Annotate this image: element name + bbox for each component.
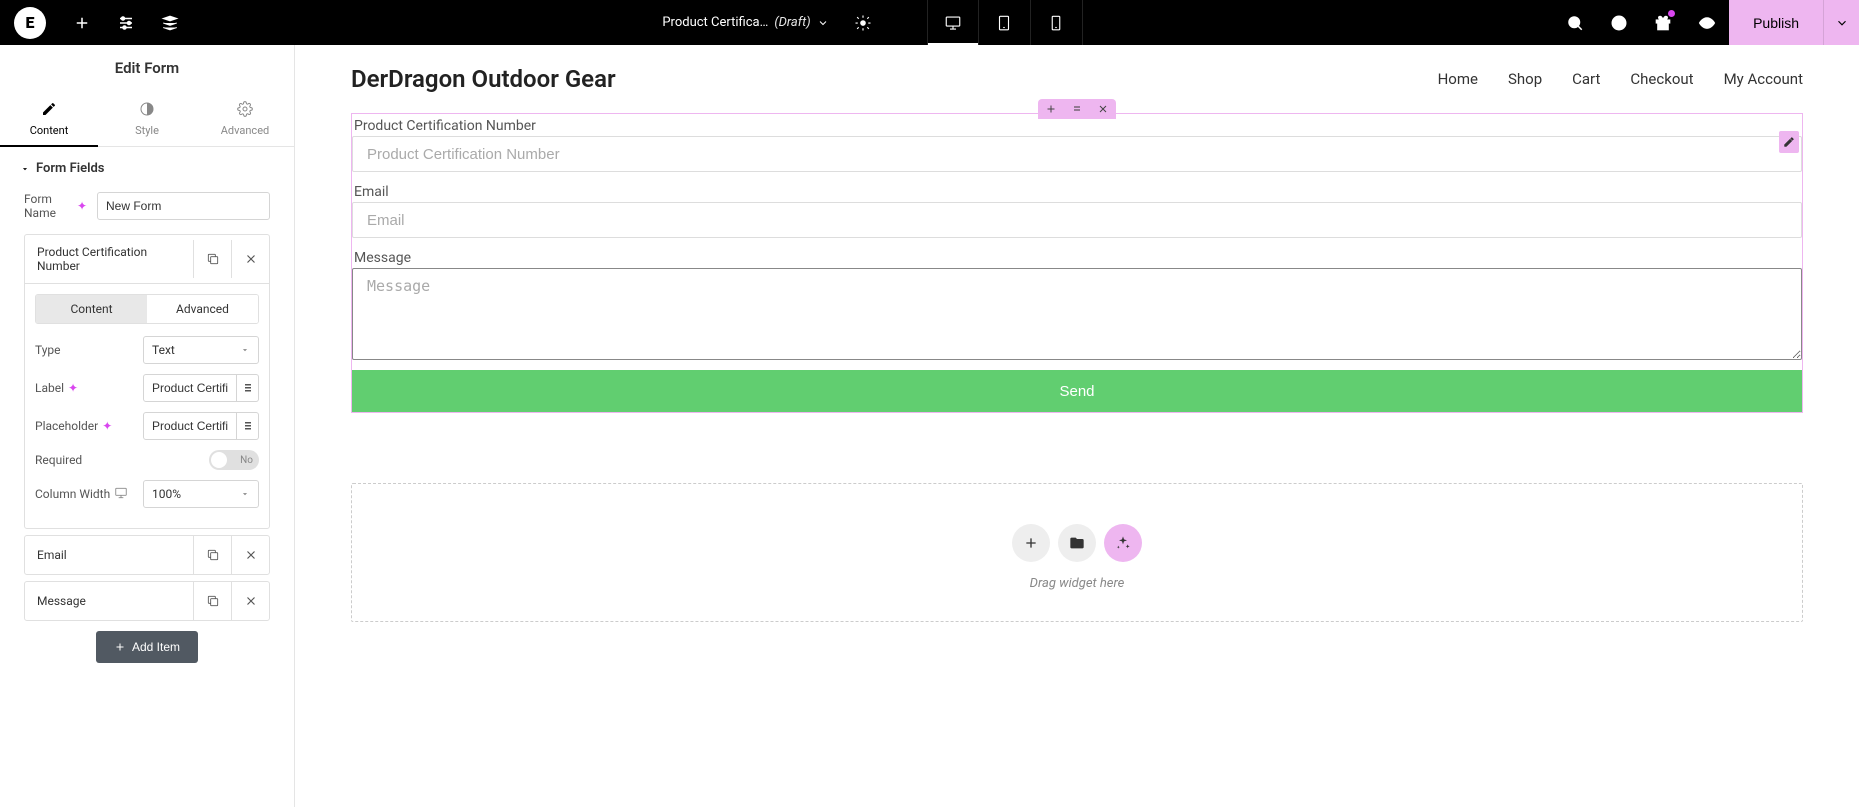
label-field-label: Label ✦: [35, 381, 78, 395]
contrast-icon: [98, 101, 196, 120]
form-field-label: Message: [352, 246, 1802, 268]
remove-field-button[interactable]: [231, 240, 269, 278]
form-field-textarea[interactable]: [352, 268, 1802, 360]
column-width-label: Column Width: [35, 486, 128, 503]
duplicate-field-button[interactable]: [193, 536, 231, 574]
add-element-button[interactable]: [60, 0, 104, 45]
form-widget-container[interactable]: Product Certification Number Email Messa…: [351, 113, 1803, 413]
field-item-message: Message: [24, 581, 270, 621]
device-mobile-tab[interactable]: [1031, 0, 1083, 45]
structure-button[interactable]: [148, 0, 192, 45]
label-input[interactable]: [143, 374, 237, 402]
widget-dropzone[interactable]: Drag widget here: [351, 483, 1803, 622]
placeholder-input[interactable]: [143, 412, 237, 440]
topbar: E Product Certifica… (Draft) Publish: [0, 0, 1859, 45]
required-label: Required: [35, 453, 82, 467]
form-name-input[interactable]: [97, 192, 270, 220]
dropzone-text: Drag widget here: [352, 576, 1802, 591]
ai-sparkle-icon[interactable]: ✦: [102, 419, 112, 433]
publish-button[interactable]: Publish: [1729, 0, 1823, 45]
add-item-button[interactable]: Add Item: [96, 631, 198, 663]
device-desktop-tab[interactable]: [927, 0, 979, 45]
nav-my-account[interactable]: My Account: [1724, 70, 1803, 88]
nav-checkout[interactable]: Checkout: [1630, 70, 1693, 88]
tab-style[interactable]: Style: [98, 91, 196, 146]
remove-field-button[interactable]: [231, 536, 269, 574]
preview-canvas: DerDragon Outdoor Gear Home Shop Cart Ch…: [295, 45, 1859, 807]
placeholder-field-label: Placeholder ✦: [35, 419, 112, 433]
device-tablet-tab[interactable]: [979, 0, 1031, 45]
remove-field-button[interactable]: [231, 582, 269, 620]
form-field-input[interactable]: [352, 202, 1802, 238]
site-logo[interactable]: DerDragon Outdoor Gear: [351, 65, 616, 93]
dropzone-folder-button[interactable]: [1058, 524, 1096, 562]
elementor-logo[interactable]: E: [14, 7, 46, 39]
widget-handle: [1038, 99, 1116, 119]
duplicate-field-button[interactable]: [193, 240, 231, 278]
page-settings-button[interactable]: [841, 0, 885, 45]
document-title[interactable]: Product Certifica… (Draft): [662, 15, 828, 30]
type-label: Type: [35, 343, 61, 357]
column-width-select[interactable]: 100%: [143, 480, 259, 508]
form-widget: Product Certification Number Email Messa…: [351, 113, 1803, 413]
editor-sidebar: Edit Form Content Style Advanced Form Fi…: [0, 45, 295, 807]
widget-drag-button[interactable]: [1064, 99, 1090, 119]
form-field-input[interactable]: [352, 136, 1802, 172]
chevron-down-icon: [817, 17, 829, 29]
ai-sparkle-icon[interactable]: ✦: [68, 381, 78, 395]
form-submit-button[interactable]: Send: [352, 370, 1802, 412]
required-toggle[interactable]: No: [209, 450, 259, 470]
form-field-label: Email: [352, 180, 1802, 202]
section-form-fields[interactable]: Form Fields: [0, 147, 294, 186]
tab-advanced[interactable]: Advanced: [196, 91, 294, 146]
sidebar-title: Edit Form: [0, 45, 294, 91]
ai-sparkle-icon[interactable]: ✦: [77, 199, 87, 213]
nav-home[interactable]: Home: [1438, 70, 1478, 88]
dropzone-add-button[interactable]: [1012, 524, 1050, 562]
field-item-title[interactable]: Product Certification Number: [25, 235, 193, 283]
gear-icon: [196, 101, 294, 120]
widget-close-button[interactable]: [1090, 99, 1116, 119]
widget-add-button[interactable]: [1038, 99, 1064, 119]
plus-icon: [114, 641, 126, 653]
caret-down-icon: [240, 345, 250, 355]
tab-content[interactable]: Content: [0, 91, 98, 147]
widget-edit-button[interactable]: [1779, 131, 1799, 153]
caret-down-icon: [20, 164, 30, 174]
field-inner-tab-content[interactable]: Content: [36, 295, 147, 323]
nav-cart[interactable]: Cart: [1572, 70, 1600, 88]
dropzone-ai-button[interactable]: [1104, 524, 1142, 562]
type-select[interactable]: Text: [143, 336, 259, 364]
document-title-text: Product Certifica…: [662, 15, 768, 30]
publish-options-button[interactable]: [1823, 0, 1859, 45]
dynamic-tags-button[interactable]: [237, 412, 259, 440]
field-item-title[interactable]: Message: [25, 584, 193, 618]
field-inner-tab-advanced[interactable]: Advanced: [147, 295, 258, 323]
field-item-title[interactable]: Email: [25, 538, 193, 572]
field-item-email: Email: [24, 535, 270, 575]
form-name-label: Form Name ✦: [24, 192, 87, 220]
site-nav: Home Shop Cart Checkout My Account: [1438, 70, 1803, 88]
caret-down-icon: [240, 489, 250, 499]
whats-new-button[interactable]: [1641, 0, 1685, 45]
document-status: (Draft): [774, 15, 810, 30]
field-item-product-certification: Product Certification Number Content Adv…: [24, 234, 270, 529]
dynamic-tags-button[interactable]: [237, 374, 259, 402]
duplicate-field-button[interactable]: [193, 582, 231, 620]
pencil-icon: [0, 101, 98, 120]
preview-button[interactable]: [1685, 0, 1729, 45]
nav-shop[interactable]: Shop: [1508, 70, 1542, 88]
search-button[interactable]: [1553, 0, 1597, 45]
help-button[interactable]: [1597, 0, 1641, 45]
responsive-icon[interactable]: [114, 486, 128, 503]
settings-sliders-button[interactable]: [104, 0, 148, 45]
